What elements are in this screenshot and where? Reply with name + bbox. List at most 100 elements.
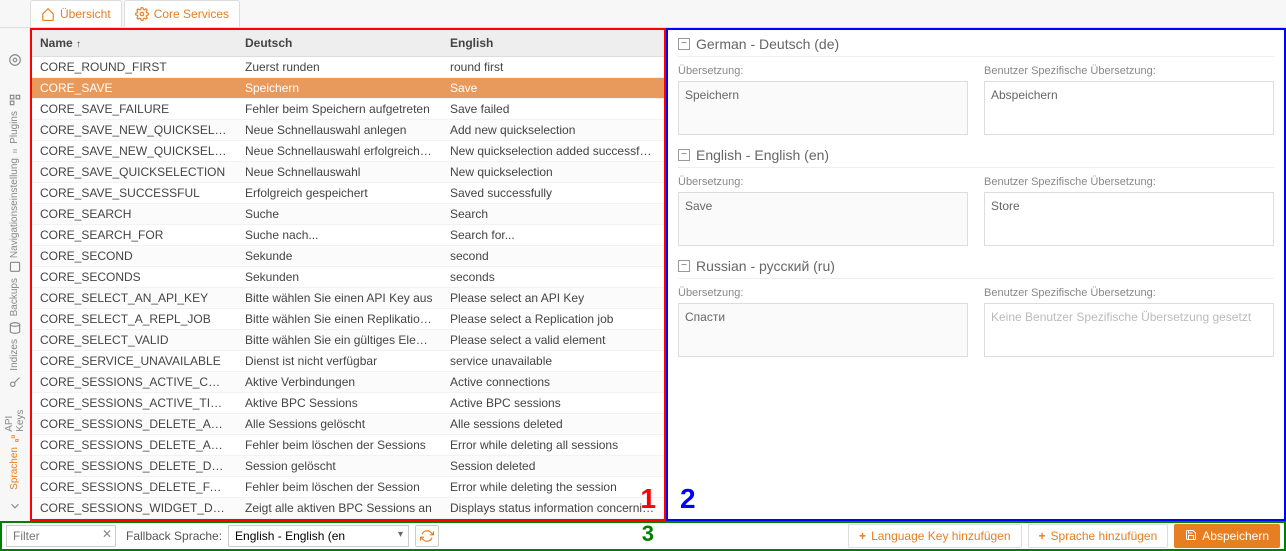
add-language-button[interactable]: + Sprache hinzufügen	[1028, 524, 1169, 548]
sidebar-item-plugins[interactable]: Plugins	[1, 90, 29, 146]
cell-en: Search	[442, 204, 664, 224]
language-section: −German - Deutsch (de) Übersetzung: Speich…	[678, 36, 1274, 135]
table-row[interactable]: CORE_SAVE_SUCCESSFULErfolgreich gespeich…	[32, 183, 664, 204]
table-row[interactable]: CORE_SELECT_VALIDBitte wählen Sie ein gü…	[32, 330, 664, 351]
cell-en: New quickselection	[442, 162, 664, 182]
sidebar-collapse[interactable]	[1, 492, 29, 520]
user-translation-input[interactable]: Keine Benutzer Spezifische Übersetzung g…	[984, 303, 1274, 357]
table-row[interactable]: CORE_SESSIONS_ACTIVE_TITLEAktive BPC Ses…	[32, 393, 664, 414]
table-row[interactable]: CORE_SECONDSSekundenseconds	[32, 267, 664, 288]
translation-value: Speichern	[678, 81, 968, 135]
cell-name: CORE_SECOND	[32, 246, 237, 266]
tab-label: Übersicht	[60, 7, 111, 21]
annotation-2: 2	[680, 483, 696, 515]
sidebar-item-indices[interactable]: Indizes	[1, 318, 29, 374]
cell-de: Zuerst runden	[237, 57, 442, 77]
refresh-button[interactable]	[415, 525, 439, 547]
sidebar-item-apikeys[interactable]: API Keys	[1, 376, 29, 432]
sidebar-item-languages[interactable]: Sprachen	[1, 434, 29, 490]
cell-name: CORE_SEARCH_FOR	[32, 225, 237, 245]
tab-overview[interactable]: Übersicht	[30, 0, 122, 27]
translation-label: Übersetzung:	[678, 287, 968, 299]
add-language-key-button[interactable]: + Language Key hinzufügen	[848, 524, 1021, 548]
col-header-en[interactable]: English	[442, 30, 664, 56]
table-row[interactable]: CORE_ROUND_FIRSTZuerst rundenround first	[32, 57, 664, 78]
translation-label: Übersetzung:	[678, 176, 968, 188]
sidebar-item-navigation[interactable]: Navigationseinstellung	[1, 148, 29, 258]
table-row[interactable]: CORE_SAVE_NEW_QUICKSELECTIONNeue Schnell…	[32, 120, 664, 141]
table-row[interactable]: CORE_SESSIONS_DELETE_ALL_DONEAlle Sessio…	[32, 414, 664, 435]
table-row[interactable]: CORE_SELECT_AN_API_KEYBitte wählen Sie e…	[32, 288, 664, 309]
cell-en: Save	[442, 78, 664, 98]
language-title: German - Deutsch (de)	[696, 36, 839, 52]
cell-en: Error while deleting all sessions	[442, 435, 664, 455]
table-row[interactable]: CORE_SAVE_NEW_QUICKSELECTION_SU...Neue S…	[32, 141, 664, 162]
col-header-de[interactable]: Deutsch	[237, 30, 442, 56]
cell-name: CORE_SAVE_FAILURE	[32, 99, 237, 119]
tab-label: Core Services	[154, 7, 229, 21]
table-row[interactable]: CORE_SESSIONS_DELETE_ALL_FAILEDFehler be…	[32, 435, 664, 456]
cell-de: Session gelöscht	[237, 456, 442, 476]
home-icon	[41, 7, 55, 21]
cell-de: Zeigt alle aktiven BPC Sessions an	[237, 498, 442, 518]
cell-de: Bitte wählen Sie einen Replikationsjob a…	[237, 309, 442, 329]
cell-de: Neue Schnellauswahl anlegen	[237, 120, 442, 140]
col-header-name[interactable]: Name ↑	[32, 30, 237, 56]
cell-de: Alle Sessions gelöscht	[237, 414, 442, 434]
annotation-3: 3	[642, 521, 654, 547]
table-row[interactable]: CORE_SAVE_QUICKSELECTIONNeue Schnellausw…	[32, 162, 664, 183]
table-row[interactable]: CORE_SEARCHSucheSearch	[32, 204, 664, 225]
table-row[interactable]: CORE_SAVESpeichernSave	[32, 78, 664, 99]
language-header[interactable]: −English - English (en)	[678, 147, 1274, 168]
plus-icon: +	[1039, 529, 1046, 543]
user-translation-label: Benutzer Spezifische Übersetzung:	[984, 65, 1274, 77]
table-row[interactable]: CORE_SESSIONS_DELETE_FAILEDFehler beim l…	[32, 477, 664, 498]
cell-de: Dienst ist nicht verfügbar	[237, 351, 442, 371]
cell-de: Neue Schnellauswahl	[237, 162, 442, 182]
language-header[interactable]: −Russian - русский (ru)	[678, 258, 1274, 279]
language-header[interactable]: −German - Deutsch (de)	[678, 36, 1274, 57]
cell-de: Sekunden	[237, 267, 442, 287]
collapse-icon[interactable]: −	[678, 260, 690, 272]
cell-de: Bitte wählen Sie einen API Key aus	[237, 288, 442, 308]
collapse-icon[interactable]: −	[678, 38, 690, 50]
sidebar-item-top[interactable]	[1, 32, 29, 88]
table-row[interactable]: CORE_SERVICE_UNAVAILABLEDienst ist nicht…	[32, 351, 664, 372]
table-row[interactable]: CORE_SESSIONS_WIDGET_DESCRIPTIONZeigt al…	[32, 498, 664, 519]
table-row[interactable]: CORE_SELECT_A_REPL_JOBBitte wählen Sie e…	[32, 309, 664, 330]
sidebar-item-backups[interactable]: Backups	[1, 260, 29, 316]
cell-en: Error while deleting the session	[442, 477, 664, 497]
cell-name: CORE_SESSIONS_ACTIVE_CONNECTIONS	[32, 372, 237, 392]
cell-name: CORE_SESSIONS_DELETE_ALL_DONE	[32, 414, 237, 434]
cell-en: seconds	[442, 267, 664, 287]
collapse-icon[interactable]: −	[678, 149, 690, 161]
user-translation-input[interactable]: Store	[984, 192, 1274, 246]
translation-label: Übersetzung:	[678, 65, 968, 77]
user-translation-input[interactable]: Abspeichern	[984, 81, 1274, 135]
clear-icon[interactable]: ✕	[102, 527, 112, 541]
tab-core-services[interactable]: Core Services	[124, 0, 240, 27]
cell-de: Fehler beim löschen der Sessions	[237, 435, 442, 455]
cell-name: CORE_SEARCH	[32, 204, 237, 224]
table-row[interactable]: CORE_SEARCH_FORSuche nach...Search for..…	[32, 225, 664, 246]
cell-name: CORE_SERVICE_UNAVAILABLE	[32, 351, 237, 371]
bottom-toolbar: ✕ Fallback Sprache: ▾ + Language Key hin…	[0, 521, 1286, 551]
table-row[interactable]: CORE_SAVE_FAILUREFehler beim Speichern a…	[32, 99, 664, 120]
cell-en: Session deleted	[442, 456, 664, 476]
table-row[interactable]: CORE_SESSIONS_ACTIVE_CONNECTIONSAktive V…	[32, 372, 664, 393]
save-icon	[1185, 529, 1197, 544]
cell-de: Neue Schnellauswahl erfolgreich angelegt…	[237, 141, 442, 161]
cell-en: Save failed	[442, 99, 664, 119]
filter-input[interactable]	[6, 525, 116, 547]
table-row[interactable]: CORE_SESSIONS_DELETE_DONESession gelösch…	[32, 456, 664, 477]
cell-en: Please select a valid element	[442, 330, 664, 350]
cell-en: Alle sessions deleted	[442, 414, 664, 434]
table-body[interactable]: CORE_ROUND_FIRSTZuerst rundenround first…	[32, 57, 664, 519]
cell-de: Aktive Verbindungen	[237, 372, 442, 392]
table-row[interactable]: CORE_SECONDSekundesecond	[32, 246, 664, 267]
vertical-sidebar: Plugins Navigationseinstellung Backups I…	[0, 28, 30, 521]
cell-name: CORE_SAVE_NEW_QUICKSELECTION	[32, 120, 237, 140]
save-button[interactable]: Abspeichern	[1174, 524, 1280, 548]
fallback-select[interactable]	[228, 525, 409, 547]
cell-name: CORE_SELECT_A_REPL_JOB	[32, 309, 237, 329]
